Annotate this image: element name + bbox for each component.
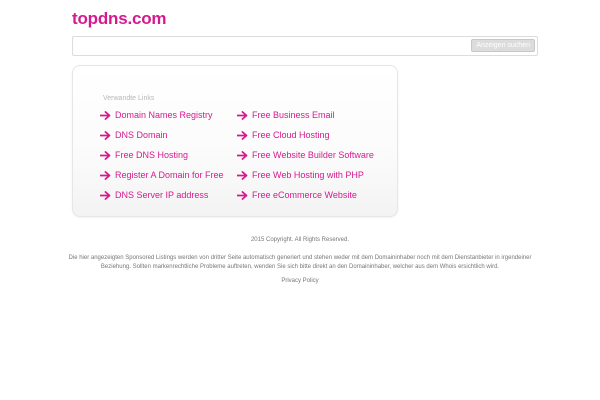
related-link[interactable]: Domain Names Registry (100, 105, 224, 125)
related-link[interactable]: Free Web Hosting with PHP (237, 165, 374, 185)
related-link-label: DNS Domain (115, 130, 168, 140)
related-link[interactable]: DNS Server IP address (100, 185, 224, 205)
search-button[interactable]: Anzeigen suchen (471, 39, 535, 52)
links-column-right: Free Business Email Free Cloud Hosting F… (237, 105, 374, 205)
arrow-right-icon (100, 190, 111, 200)
related-link-label: Free Web Hosting with PHP (252, 170, 364, 180)
related-link-label: Free eCommerce Website (252, 190, 357, 200)
arrow-right-icon (100, 110, 111, 120)
search-input[interactable] (77, 39, 477, 54)
search-bar: Anzeigen suchen (72, 36, 538, 56)
disclaimer-text: Die hier angezeigten Sponsored Listings … (68, 255, 532, 270)
links-column-left: Domain Names Registry DNS Domain Free DN… (100, 105, 224, 205)
related-link-label: Domain Names Registry (115, 110, 213, 120)
related-link[interactable]: Free eCommerce Website (237, 185, 374, 205)
related-links-panel: Verwandte Links Domain Names Registry DN… (72, 65, 398, 217)
arrow-right-icon (237, 130, 248, 140)
related-link-label: Free Cloud Hosting (252, 130, 330, 140)
arrow-right-icon (100, 130, 111, 140)
related-link[interactable]: Free Business Email (237, 105, 374, 125)
related-link-label: Free Website Builder Software (252, 150, 374, 160)
arrow-right-icon (237, 150, 248, 160)
related-link-label: Register A Domain for Free (115, 170, 224, 180)
related-links-heading: Verwandte Links (103, 95, 155, 102)
arrow-right-icon (100, 150, 111, 160)
arrow-right-icon (100, 170, 111, 180)
arrow-right-icon (237, 190, 248, 200)
site-logo[interactable]: topdns.com (72, 9, 167, 29)
privacy-policy-link[interactable]: Privacy Policy (0, 278, 600, 284)
related-link-label: DNS Server IP address (115, 190, 209, 200)
related-link[interactable]: Free Website Builder Software (237, 145, 374, 165)
related-link[interactable]: Free Cloud Hosting (237, 125, 374, 145)
related-link[interactable]: DNS Domain (100, 125, 224, 145)
related-link[interactable]: Free DNS Hosting (100, 145, 224, 165)
arrow-right-icon (237, 110, 248, 120)
arrow-right-icon (237, 170, 248, 180)
copyright-text: 2015 Copyright. All Rights Reserved. (250, 237, 350, 243)
related-link-label: Free Business Email (252, 110, 335, 120)
related-link[interactable]: Register A Domain for Free (100, 165, 224, 185)
related-link-label: Free DNS Hosting (115, 150, 189, 160)
